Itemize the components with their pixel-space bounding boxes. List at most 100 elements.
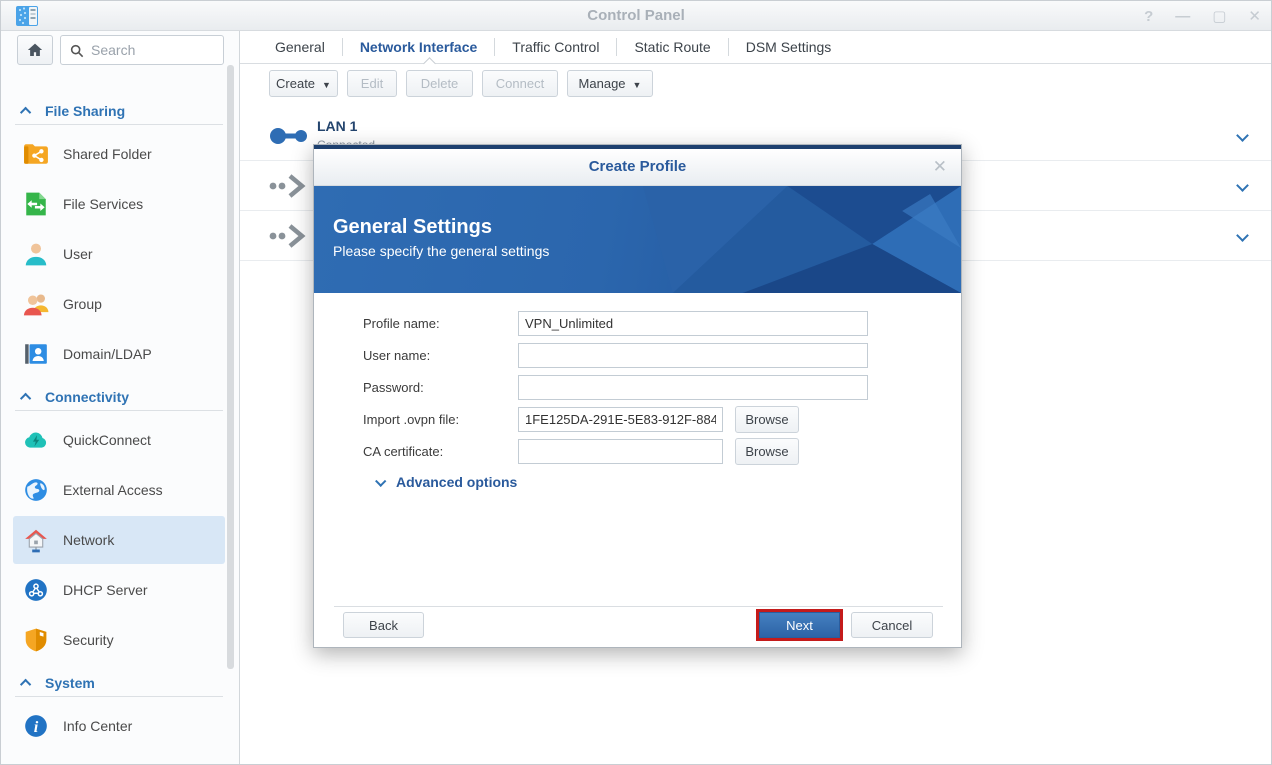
control-panel-window: Control Panel ? — ▢ ✕ File Sharing bbox=[0, 0, 1272, 765]
sidebar-scrollbar[interactable] bbox=[227, 65, 234, 669]
form-row-user-name: User name: bbox=[314, 343, 961, 369]
chevron-up-icon bbox=[20, 107, 31, 118]
section-label: System bbox=[45, 675, 95, 691]
sidebar-item-external-access[interactable]: External Access bbox=[13, 466, 225, 514]
sidebar-item-theme[interactable]: Theme bbox=[13, 752, 225, 765]
window-title: Control Panel bbox=[1, 1, 1271, 31]
search-box bbox=[60, 35, 224, 65]
dialog-footer: Back Next Cancel bbox=[314, 606, 961, 648]
sidebar-item-label: File Services bbox=[63, 196, 143, 212]
button-label: Browse bbox=[745, 412, 788, 427]
button-label: Connect bbox=[496, 76, 544, 91]
sidebar-item-user[interactable]: User bbox=[13, 230, 225, 278]
next-button-highlight: Next bbox=[756, 609, 843, 641]
next-button[interactable]: Next bbox=[759, 612, 840, 638]
sidebar-item-label: DHCP Server bbox=[63, 582, 148, 598]
sidebar-item-file-services[interactable]: File Services bbox=[13, 180, 225, 228]
chevron-down-icon[interactable] bbox=[1236, 229, 1249, 242]
chevron-down-icon[interactable] bbox=[1236, 129, 1249, 142]
sidebar-item-group[interactable]: Group bbox=[13, 280, 225, 328]
sidebar: File Sharing Shared Folder File Services… bbox=[1, 31, 240, 765]
quickconnect-icon bbox=[23, 427, 49, 453]
chevron-down-icon[interactable] bbox=[1236, 179, 1249, 192]
search-input[interactable] bbox=[91, 37, 219, 63]
sidebar-item-domain-ldap[interactable]: Domain/LDAP bbox=[13, 330, 225, 378]
dialog-banner: General Settings Please specify the gene… bbox=[314, 186, 961, 293]
button-label: Delete bbox=[421, 76, 459, 91]
sidebar-item-dhcp-server[interactable]: DHCP Server bbox=[13, 566, 225, 614]
tab-dsm-settings[interactable]: DSM Settings bbox=[729, 31, 849, 63]
edit-button[interactable]: Edit bbox=[347, 70, 397, 97]
shared-folder-icon bbox=[23, 141, 49, 167]
ca-certificate-field[interactable] bbox=[518, 439, 723, 464]
button-label: Back bbox=[369, 618, 398, 633]
dialog-titlebar[interactable]: Create Profile ✕ bbox=[314, 149, 961, 186]
sidebar-item-info-center[interactable]: i Info Center bbox=[13, 702, 225, 750]
tab-general[interactable]: General bbox=[258, 31, 342, 63]
profile-name-field[interactable] bbox=[518, 311, 868, 336]
tab-network-interface[interactable]: Network Interface bbox=[343, 31, 494, 63]
sidebar-item-label: User bbox=[63, 246, 93, 262]
browse-ca-button[interactable]: Browse bbox=[735, 438, 799, 465]
manage-button[interactable]: Manage ▼ bbox=[567, 70, 653, 97]
chevron-up-icon bbox=[20, 393, 31, 404]
user-name-field[interactable] bbox=[518, 343, 868, 368]
browse-ovpn-button[interactable]: Browse bbox=[735, 406, 799, 433]
search-icon bbox=[69, 43, 85, 59]
sidebar-item-label: Info Center bbox=[63, 718, 132, 734]
form-row-ca-certificate: CA certificate: Browse bbox=[314, 439, 961, 465]
section-label: Connectivity bbox=[45, 389, 129, 405]
sidebar-item-quickconnect[interactable]: QuickConnect bbox=[13, 416, 225, 464]
external-access-icon bbox=[23, 477, 49, 503]
home-button[interactable] bbox=[17, 35, 53, 65]
sidebar-item-shared-folder[interactable]: Shared Folder bbox=[13, 130, 225, 178]
button-label: Edit bbox=[361, 76, 383, 91]
form-row-import-ovpn: Import .ovpn file: Browse bbox=[314, 407, 961, 433]
tab-static-route[interactable]: Static Route bbox=[617, 31, 727, 63]
delete-button[interactable]: Delete bbox=[406, 70, 473, 97]
vpn-profile-icon bbox=[268, 222, 310, 250]
advanced-options-toggle[interactable]: Advanced options bbox=[376, 474, 517, 490]
button-label: Create bbox=[276, 76, 315, 91]
sidebar-section-file-sharing[interactable]: File Sharing bbox=[1, 100, 226, 122]
chevron-down-icon bbox=[375, 476, 386, 487]
dialog-title: Create Profile bbox=[314, 149, 961, 185]
sidebar-item-network[interactable]: Network bbox=[13, 516, 225, 564]
interface-name: LAN 1 bbox=[317, 118, 357, 134]
import-ovpn-field[interactable] bbox=[518, 407, 723, 432]
caret-down-icon: ▼ bbox=[322, 80, 331, 90]
button-label: Manage bbox=[579, 76, 626, 91]
vpn-profile-icon bbox=[268, 172, 310, 200]
user-icon bbox=[23, 241, 49, 267]
divider bbox=[15, 124, 223, 125]
field-label: User name: bbox=[363, 348, 430, 363]
toolbar: Create ▼ Edit Delete Connect Manage ▼ bbox=[269, 70, 653, 97]
dialog-close-icon[interactable]: ✕ bbox=[933, 149, 947, 185]
button-label: Browse bbox=[745, 444, 788, 459]
cancel-button[interactable]: Cancel bbox=[851, 612, 933, 638]
caret-down-icon: ▼ bbox=[633, 80, 642, 90]
password-field[interactable] bbox=[518, 375, 868, 400]
divider bbox=[15, 696, 223, 697]
sidebar-section-system[interactable]: System bbox=[1, 672, 226, 694]
info-center-icon: i bbox=[23, 713, 49, 739]
maximize-icon[interactable]: ▢ bbox=[1212, 7, 1226, 25]
create-button[interactable]: Create ▼ bbox=[269, 70, 338, 97]
dialog-body: Profile name: User name: Password: Impor… bbox=[314, 293, 961, 606]
tab-traffic-control[interactable]: Traffic Control bbox=[495, 31, 616, 63]
sidebar-item-label: Network bbox=[63, 532, 114, 548]
minimize-icon[interactable]: — bbox=[1175, 8, 1190, 25]
back-button[interactable]: Back bbox=[343, 612, 424, 638]
sidebar-item-label: Domain/LDAP bbox=[63, 346, 152, 362]
sidebar-section-connectivity[interactable]: Connectivity bbox=[1, 386, 226, 408]
divider bbox=[334, 606, 943, 607]
sidebar-item-label: External Access bbox=[63, 482, 163, 498]
connect-button[interactable]: Connect bbox=[482, 70, 558, 97]
close-icon[interactable]: ✕ bbox=[1248, 7, 1261, 25]
help-icon[interactable]: ? bbox=[1144, 8, 1153, 25]
group-icon bbox=[23, 291, 49, 317]
sidebar-item-security[interactable]: Security bbox=[13, 616, 225, 664]
form-row-profile-name: Profile name: bbox=[314, 311, 961, 337]
file-services-icon bbox=[23, 191, 49, 217]
lan-icon bbox=[268, 122, 310, 150]
